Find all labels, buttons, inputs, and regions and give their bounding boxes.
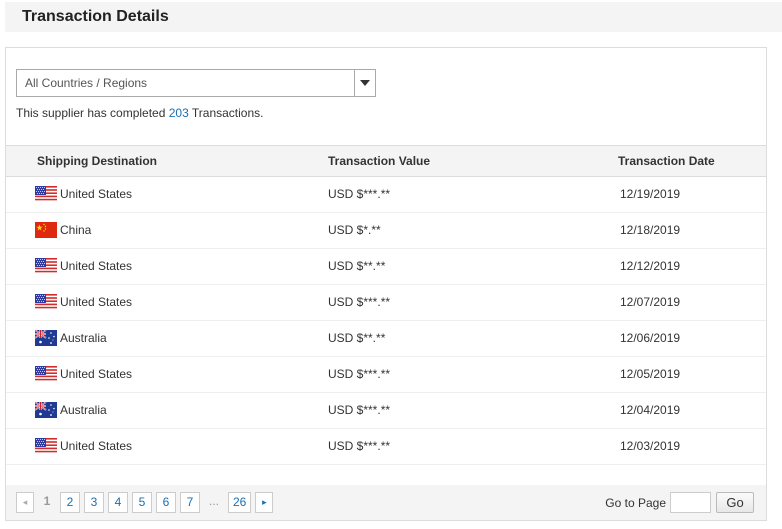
go-button[interactable]: Go <box>716 492 754 513</box>
chevron-right-icon: ▸ <box>262 497 267 507</box>
table-row: United States USD $***.** 12/05/2019 <box>6 357 766 393</box>
page-title: Transaction Details <box>22 8 169 25</box>
column-header-destination: Shipping Destination <box>37 154 157 168</box>
column-header-value: Transaction Value <box>328 154 431 168</box>
country-name: United States <box>60 259 133 273</box>
table-row: United States USD $***.** 12/19/2019 <box>6 177 766 213</box>
destination-cell: United States <box>35 186 132 202</box>
country-region-dropdown[interactable]: All Countries / Regions <box>16 69 376 97</box>
destination-cell: Australia <box>35 330 107 346</box>
transaction-summary: This supplier has completed 203 Transact… <box>16 106 263 120</box>
value-cell: USD $***.** <box>328 187 391 201</box>
goto-page-label: Go to Page <box>605 495 666 510</box>
value-cell: USD $***.** <box>328 439 391 453</box>
country-name: Australia <box>60 331 107 345</box>
destination-cell: United States <box>35 438 132 454</box>
table-row: China USD $*.** 12/18/2019 <box>6 213 766 249</box>
value-cell: USD $***.** <box>328 295 391 309</box>
page-link[interactable]: 7 <box>180 492 200 513</box>
destination-cell: China <box>35 222 91 238</box>
page-link[interactable]: 5 <box>132 492 152 513</box>
country-name: United States <box>60 439 133 453</box>
pagination-bar: ◂ 1 2 3 4 5 6 7 ... 26 ▸ Go to Page Go <box>6 485 766 520</box>
country-name: United States <box>60 295 133 309</box>
chevron-down-icon <box>360 80 370 86</box>
prev-page-button[interactable]: ◂ <box>16 492 34 513</box>
destination-cell: United States <box>35 294 132 310</box>
value-cell: USD $**.** <box>328 331 386 345</box>
chevron-left-icon: ◂ <box>22 497 28 507</box>
last-page-link[interactable]: 26 <box>228 492 252 513</box>
date-cell: 12/03/2019 <box>620 439 681 453</box>
value-cell: USD $***.** <box>328 367 391 381</box>
date-cell: 12/04/2019 <box>620 403 681 417</box>
dropdown-toggle[interactable] <box>354 70 375 96</box>
date-cell: 12/18/2019 <box>620 223 681 237</box>
goto-page: Go to Page Go <box>605 492 754 513</box>
transaction-count: 203 <box>168 106 189 120</box>
transaction-panel: All Countries / Regions This supplier ha… <box>5 47 767 521</box>
column-header-date: Transaction Date <box>618 154 715 168</box>
page-link[interactable]: 2 <box>60 492 80 513</box>
date-cell: 12/05/2019 <box>620 367 681 381</box>
country-name: Australia <box>60 403 107 417</box>
value-cell: USD $**.** <box>328 259 386 273</box>
us-flag-icon <box>35 258 57 274</box>
table-row: United States USD $***.** 12/03/2019 <box>6 429 766 465</box>
pager: ◂ 1 2 3 4 5 6 7 ... 26 ▸ <box>16 492 277 513</box>
date-cell: 12/19/2019 <box>620 187 681 201</box>
value-cell: USD $*.** <box>328 223 381 237</box>
next-page-button[interactable]: ▸ <box>255 492 274 513</box>
goto-page-input[interactable] <box>670 492 711 513</box>
page-link[interactable]: 4 <box>108 492 128 513</box>
table-row: United States USD $**.** 12/12/2019 <box>6 249 766 285</box>
us-flag-icon <box>35 186 57 202</box>
table-row: Australia USD $**.** 12/06/2019 <box>6 321 766 357</box>
au-flag-icon <box>35 402 57 418</box>
cn-flag-icon <box>35 222 57 238</box>
date-cell: 12/07/2019 <box>620 295 681 309</box>
date-cell: 12/06/2019 <box>620 331 681 345</box>
page-link[interactable]: 6 <box>156 492 176 513</box>
title-bar: Transaction Details <box>5 2 782 32</box>
page-ellipsis: ... <box>208 494 219 508</box>
destination-cell: United States <box>35 366 132 382</box>
summary-prefix: This supplier has completed <box>16 106 169 120</box>
table-header: Shipping Destination Transaction Value T… <box>6 145 766 177</box>
us-flag-icon <box>35 438 57 454</box>
summary-suffix: Transactions. <box>188 106 264 120</box>
value-cell: USD $***.** <box>328 403 391 417</box>
dropdown-selected-value: All Countries / Regions <box>25 76 148 90</box>
country-name: China <box>60 223 92 237</box>
us-flag-icon <box>35 294 57 310</box>
destination-cell: United States <box>35 258 132 274</box>
us-flag-icon <box>35 366 57 382</box>
table-row: Australia USD $***.** 12/04/2019 <box>6 393 766 429</box>
table-body: United States USD $***.** 12/19/2019 China U… <box>6 177 766 465</box>
country-name: United States <box>60 367 133 381</box>
country-name: United States <box>60 187 133 201</box>
destination-cell: Australia <box>35 402 107 418</box>
transactions-table: Shipping Destination Transaction Value T… <box>6 145 766 465</box>
au-flag-icon <box>35 330 57 346</box>
table-row: United States USD $***.** 12/07/2019 <box>6 285 766 321</box>
date-cell: 12/12/2019 <box>620 259 681 273</box>
page-link[interactable]: 3 <box>84 492 104 513</box>
current-page: 1 <box>43 494 51 508</box>
